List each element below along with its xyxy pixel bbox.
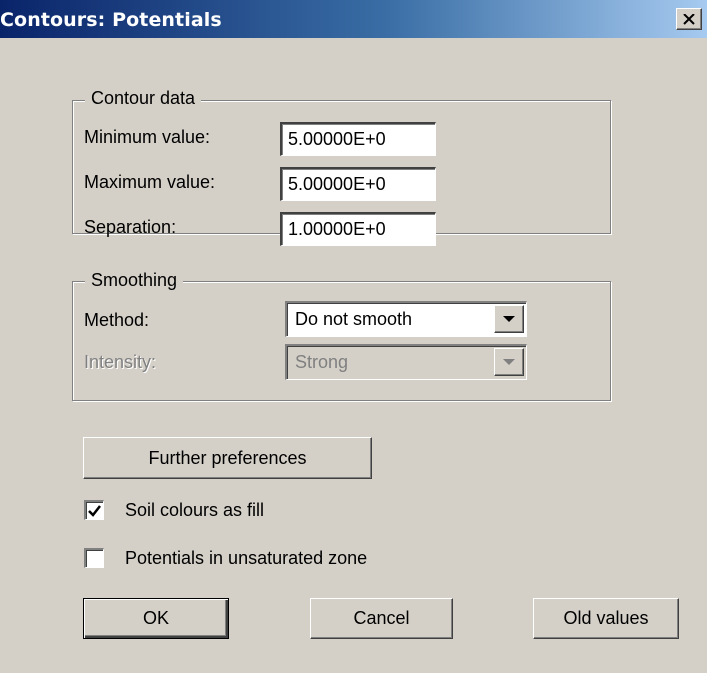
maximum-value-input[interactable]: 5.00000E+0 xyxy=(280,167,436,201)
further-preferences-label: Further preferences xyxy=(148,447,307,468)
checkmark-icon xyxy=(88,504,101,517)
minimum-value-input[interactable]: 5.00000E+0 xyxy=(280,122,436,156)
potentials-unsaturated-checkbox[interactable] xyxy=(84,548,104,568)
cancel-button[interactable]: Cancel xyxy=(310,598,453,639)
close-icon xyxy=(683,13,695,25)
method-dropdown-arrow[interactable] xyxy=(494,305,524,333)
potentials-unsaturated-label[interactable]: Potentials in unsaturated zone xyxy=(125,548,367,568)
separation-input[interactable]: 1.00000E+0 xyxy=(280,212,436,246)
soil-colours-label[interactable]: Soil colours as fill xyxy=(125,500,264,520)
close-button[interactable] xyxy=(676,8,702,30)
title-bar[interactable]: Contours: Potentials xyxy=(0,0,707,38)
method-label: Method: xyxy=(84,310,150,330)
chevron-down-icon xyxy=(503,358,515,365)
chevron-down-icon xyxy=(503,315,515,322)
smoothing-group xyxy=(72,281,611,401)
old-values-label: Old values xyxy=(563,608,649,628)
contour-data-legend: Contour data xyxy=(85,88,202,108)
separation-label: Separation: xyxy=(84,217,177,237)
minimum-value-label: Minimum value: xyxy=(84,127,211,147)
ok-button[interactable]: OK xyxy=(83,598,229,639)
smoothing-legend: Smoothing xyxy=(85,270,184,290)
old-values-button[interactable]: Old values xyxy=(533,598,679,639)
ok-label: OK xyxy=(142,608,169,628)
intensity-dropdown: Strong xyxy=(285,344,527,380)
intensity-dropdown-arrow xyxy=(494,348,524,376)
cancel-label: Cancel xyxy=(353,608,410,628)
intensity-label: Intensity: xyxy=(84,352,157,372)
method-dropdown[interactable]: Do not smooth xyxy=(285,301,527,337)
maximum-value-label: Maximum value: xyxy=(84,172,216,192)
further-preferences-button[interactable]: Further preferences xyxy=(83,437,372,479)
window-title: Contours: Potentials xyxy=(0,9,222,31)
intensity-selected-value: Strong xyxy=(295,352,349,372)
method-selected-value: Do not smooth xyxy=(295,309,413,329)
soil-colours-checkbox[interactable] xyxy=(84,500,104,520)
